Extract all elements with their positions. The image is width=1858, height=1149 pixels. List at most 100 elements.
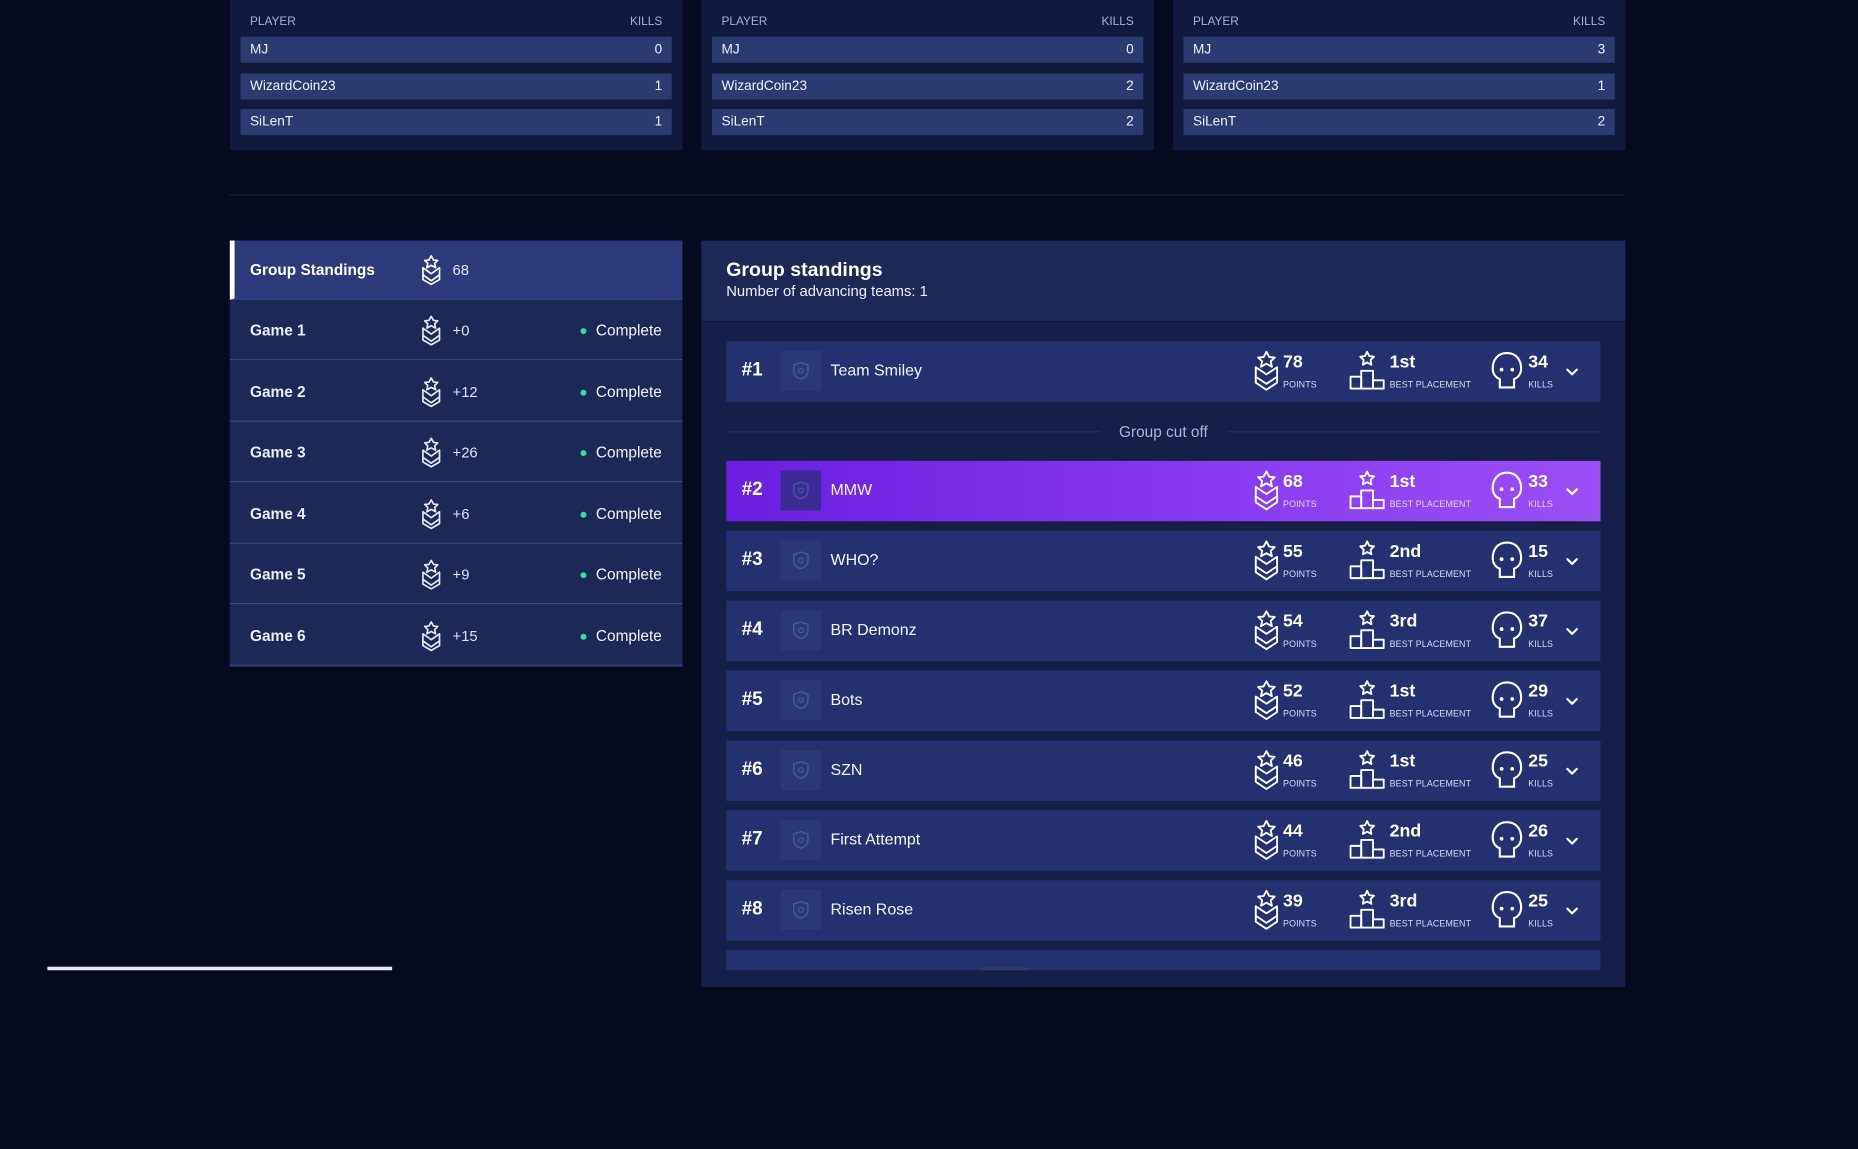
team-rank: #8 bbox=[741, 899, 763, 920]
team-row[interactable]: #2 MMW 68 POINTS 1st BEST PLACEMENT 33 KILLS bbox=[726, 460, 1601, 522]
points-caption: POINTS bbox=[1283, 918, 1317, 929]
points-caption: POINTS bbox=[1283, 848, 1317, 859]
team-row[interactable]: #6 SZN 46 POINTS 1st BEST PLACEMENT 25 KILLS bbox=[726, 740, 1601, 801]
chevron-badge-icon bbox=[1253, 540, 1279, 586]
game-points: +15 bbox=[452, 627, 478, 644]
status-dot bbox=[580, 572, 587, 579]
team-best-placement: 1st bbox=[1389, 471, 1416, 492]
team-rank: #3 bbox=[741, 549, 763, 570]
player-kills: 3 bbox=[1597, 42, 1606, 57]
chevron-down-icon[interactable] bbox=[1565, 483, 1579, 504]
team-best-placement: 1st bbox=[1389, 751, 1416, 772]
podium-star-icon bbox=[1349, 680, 1385, 726]
group-standings-tab[interactable]: Group Standings 68 bbox=[229, 240, 683, 300]
team-name: Risen Rose bbox=[830, 900, 914, 919]
shield-icon bbox=[780, 680, 821, 721]
game-row[interactable]: Game 2 +12 Complete bbox=[229, 361, 683, 422]
placement-caption: BEST PLACEMENT bbox=[1389, 848, 1472, 859]
page: PLAYER KILLS MJ 0 WizardCoin23 1 SiLenT 1 PL… bbox=[0, 0, 1858, 1149]
status-dot bbox=[580, 328, 587, 335]
team-points: 44 bbox=[1283, 820, 1303, 842]
game-label: Game 4 bbox=[249, 504, 306, 522]
player-name: WizardCoin23 bbox=[1192, 79, 1279, 94]
podium-star-icon bbox=[1349, 350, 1385, 397]
player-name: MJ bbox=[1192, 42, 1212, 57]
chevron-badge-icon bbox=[422, 498, 441, 529]
kill-row: MJ 0 bbox=[711, 36, 1144, 63]
chevron-down-icon[interactable] bbox=[1565, 364, 1579, 385]
skull-icon bbox=[1490, 351, 1523, 397]
game-row[interactable]: Game 1 +0 Complete bbox=[229, 300, 683, 361]
skull-icon bbox=[1490, 610, 1523, 656]
game-points: +26 bbox=[452, 444, 478, 461]
team-best-placement: 1st bbox=[1389, 351, 1416, 372]
kills-caption: KILLS bbox=[1528, 638, 1554, 650]
team-rank: #5 bbox=[741, 689, 763, 710]
chevron-badge-icon bbox=[422, 315, 441, 346]
placement-caption: BEST PLACEMENT bbox=[1389, 568, 1472, 580]
game-status: Complete bbox=[595, 565, 662, 583]
chevron-badge-icon bbox=[422, 255, 441, 286]
chevron-down-icon[interactable] bbox=[1565, 623, 1579, 644]
chevron-down-icon[interactable] bbox=[1565, 693, 1579, 714]
status-dot bbox=[580, 450, 587, 457]
team-row[interactable]: #1 Team Smiley 78 POINTS 1st BEST PLACEMENT 34… bbox=[726, 341, 1601, 402]
shield-icon bbox=[780, 350, 821, 391]
player-name: MJ bbox=[249, 42, 269, 57]
podium-star-icon bbox=[1349, 540, 1385, 586]
section-divider bbox=[229, 194, 1626, 196]
game-status: Complete bbox=[595, 382, 662, 400]
team-kills: 25 bbox=[1528, 751, 1549, 772]
chevron-down-icon[interactable] bbox=[1565, 763, 1579, 784]
game-list: Group Standings 68 Game 1 +0 Complete Game … bbox=[229, 240, 683, 667]
player-name: SiLenT bbox=[721, 114, 765, 130]
game-points: +12 bbox=[452, 383, 478, 400]
team-row[interactable]: #7 First Attempt 44 POINTS 2nd BEST PLACEMENT… bbox=[726, 810, 1601, 871]
game-row[interactable]: Game 6 +15 Complete bbox=[229, 605, 683, 666]
team-name: WHO? bbox=[830, 550, 879, 569]
chevron-down-icon[interactable] bbox=[1565, 553, 1579, 574]
team-row[interactable]: #8 Risen Rose 39 POINTS 3rd BEST PLACEMENT 25 K… bbox=[726, 880, 1601, 941]
team-best-placement: 1st bbox=[1389, 681, 1416, 702]
team-best-placement: 3rd bbox=[1389, 890, 1418, 912]
kill-row: MJ 0 bbox=[240, 36, 672, 63]
team-row[interactable]: #3 WHO? 55 POINTS 2nd BEST PLACEMENT 15 KILLS bbox=[726, 530, 1601, 592]
panel-header: Group standings Number of advancing team… bbox=[701, 240, 1626, 323]
kills-caption: KILLS bbox=[1528, 918, 1554, 929]
team-best-placement: 3rd bbox=[1389, 611, 1418, 632]
team-row[interactable]: #5 Bots 52 POINTS 1st BEST PLACEMENT 29 KILLS bbox=[726, 670, 1601, 731]
player-name: WizardCoin23 bbox=[249, 79, 336, 94]
kills-header: KILLS bbox=[1572, 15, 1606, 29]
game-row[interactable]: Game 3 +26 Complete bbox=[229, 422, 683, 483]
kills-caption: KILLS bbox=[1528, 379, 1554, 390]
game-row[interactable]: Game 4 +6 Complete bbox=[229, 483, 683, 544]
panel-title: Group standings bbox=[726, 259, 883, 281]
chevron-down-icon[interactable] bbox=[1565, 903, 1579, 924]
team-row[interactable]: #4 BR Demonz 54 POINTS 3rd BEST PLACEMENT 37 KI… bbox=[726, 600, 1601, 662]
player-name: MJ bbox=[721, 42, 740, 57]
player-header: PLAYER bbox=[1192, 15, 1239, 29]
team-rank: #4 bbox=[741, 619, 763, 640]
advancing-teams-text: Number of advancing teams: 1 bbox=[726, 283, 928, 300]
team-points: 78 bbox=[1283, 351, 1303, 372]
kills-caption: KILLS bbox=[1528, 498, 1554, 510]
player-name: WizardCoin23 bbox=[721, 79, 808, 94]
chevron-down-icon[interactable] bbox=[1565, 833, 1579, 854]
chevron-badge-icon bbox=[1253, 750, 1279, 796]
team-name: Team Smiley bbox=[830, 361, 923, 380]
points-caption: POINTS bbox=[1283, 638, 1317, 650]
tab-label: Group Standings bbox=[249, 260, 375, 279]
game-row[interactable]: Game 5 +9 Complete bbox=[229, 544, 683, 605]
team-row-partial[interactable] bbox=[726, 950, 1601, 971]
status-dot bbox=[580, 389, 587, 396]
team-rank: #2 bbox=[741, 479, 763, 500]
team-kills: 34 bbox=[1528, 351, 1549, 372]
team-points: 55 bbox=[1283, 541, 1303, 562]
team-kills: 15 bbox=[1528, 541, 1549, 562]
player-kills: 1 bbox=[654, 114, 663, 130]
game-label: Game 2 bbox=[249, 382, 306, 400]
player-kills: 2 bbox=[1126, 114, 1134, 130]
player-kills: 1 bbox=[654, 79, 663, 94]
kills-caption: KILLS bbox=[1528, 568, 1554, 580]
team-name: SZN bbox=[830, 760, 863, 779]
